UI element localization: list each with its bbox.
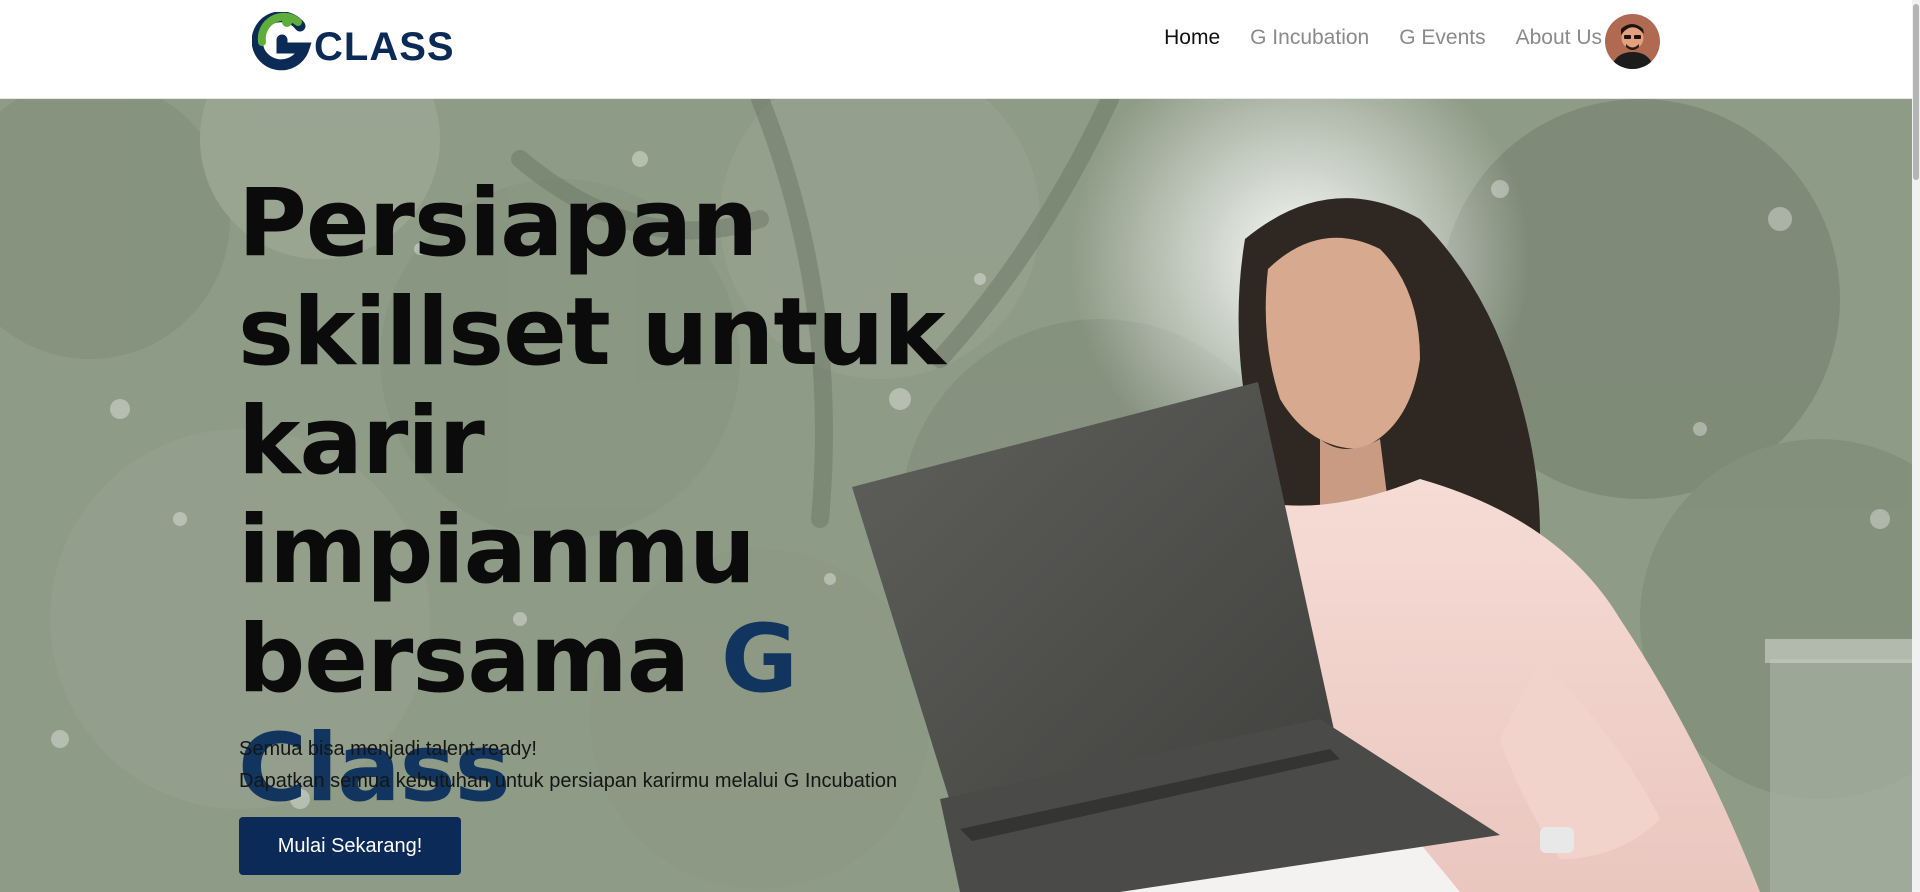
hero-headline: Persiapan skillset untuk karir impianmu …	[238, 169, 998, 823]
nav-g-events[interactable]: G Events	[1399, 26, 1485, 50]
nav-g-incubation[interactable]: G Incubation	[1250, 26, 1369, 50]
scrollbar-thumb[interactable]	[1913, 4, 1919, 180]
mulai-sekarang-button[interactable]: Mulai Sekarang!	[239, 817, 461, 875]
logo-text: CLASS	[314, 24, 455, 69]
page-scrollbar[interactable]	[1912, 0, 1920, 892]
avatar-image	[1605, 14, 1660, 69]
navbar: CLASS Home G Incubation G Events About U…	[0, 0, 1920, 99]
g-class-logo-icon	[252, 12, 312, 71]
subtitle-line-1: Semua bisa menjadi talent-ready!	[239, 738, 537, 760]
nav-about-us[interactable]: About Us	[1516, 26, 1602, 50]
nav-home[interactable]: Home	[1164, 26, 1220, 50]
headline-main: Persiapan skillset untuk karir impianmu …	[238, 169, 946, 714]
hero-subtitle: Semua bisa menjadi talent-ready! Dapatka…	[239, 733, 897, 797]
main-nav: Home G Incubation G Events About Us	[1164, 26, 1602, 50]
g-class-logo[interactable]: CLASS	[252, 12, 455, 72]
hero-section: Persiapan skillset untuk karir impianmu …	[0, 99, 1920, 892]
user-avatar[interactable]	[1605, 14, 1660, 69]
subtitle-line-2: Dapatkan semua kebutuhan untuk persiapan…	[239, 770, 898, 792]
